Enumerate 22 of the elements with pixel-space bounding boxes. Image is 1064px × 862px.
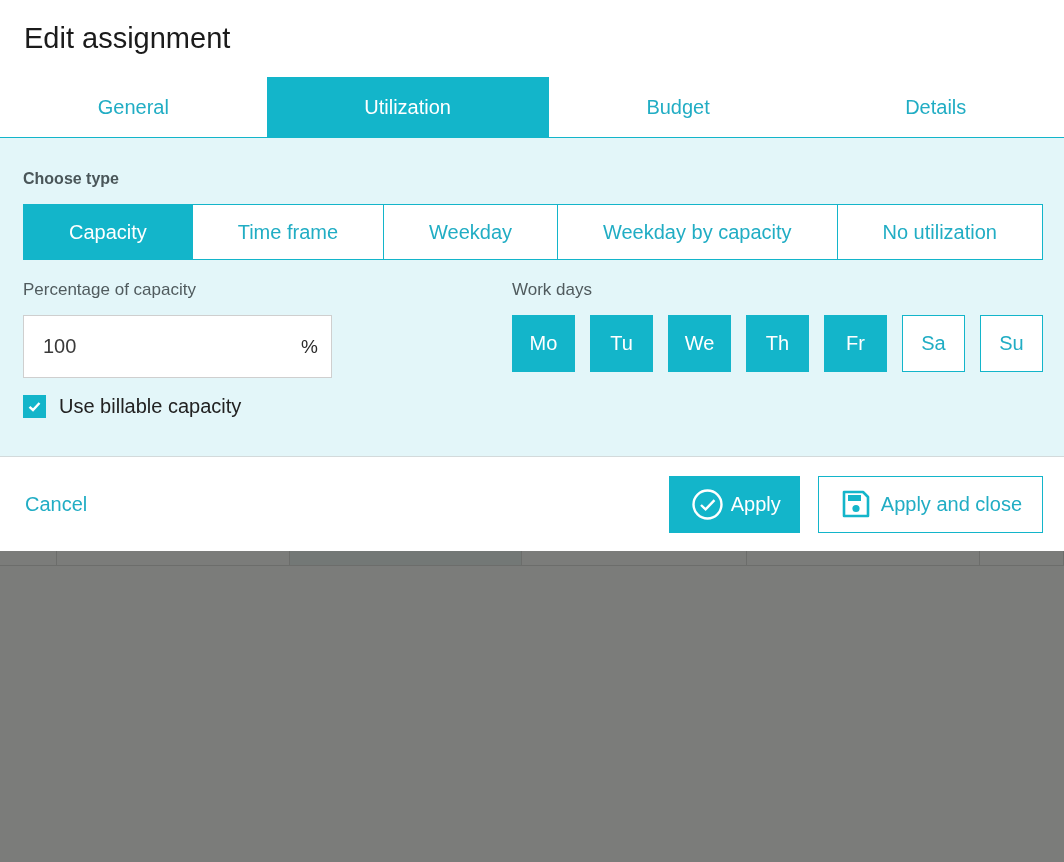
day-toggle[interactable]: Tu xyxy=(590,315,653,372)
percent-unit: % xyxy=(301,335,318,358)
dialog-title: Edit assignment xyxy=(24,22,231,54)
type-option[interactable]: Capacity xyxy=(24,205,192,259)
apply-and-close-button[interactable]: Apply and close xyxy=(817,475,1043,533)
day-toggle[interactable]: We xyxy=(668,315,731,372)
checkbox[interactable] xyxy=(23,394,46,418)
tab[interactable]: Utilization xyxy=(266,77,549,137)
check-icon xyxy=(28,400,41,412)
day-toggle[interactable]: Sa xyxy=(902,315,965,372)
day-toggle[interactable]: Fr xyxy=(824,315,887,372)
cancel-link[interactable]: Cancel xyxy=(25,492,88,516)
apply-button[interactable]: Apply xyxy=(668,475,800,533)
field-label: Percentage of capacity xyxy=(23,280,196,300)
check-circle-icon xyxy=(691,488,723,520)
save-icon xyxy=(841,490,870,518)
day-toggle[interactable]: Th xyxy=(746,315,809,372)
field-label: Work days xyxy=(512,280,592,300)
section-label: Choose type xyxy=(23,170,119,188)
checkbox-label: Use billable capacity xyxy=(59,394,242,418)
day-toggle[interactable]: Su xyxy=(980,315,1043,372)
day-toggle[interactable]: Mo xyxy=(512,315,575,372)
